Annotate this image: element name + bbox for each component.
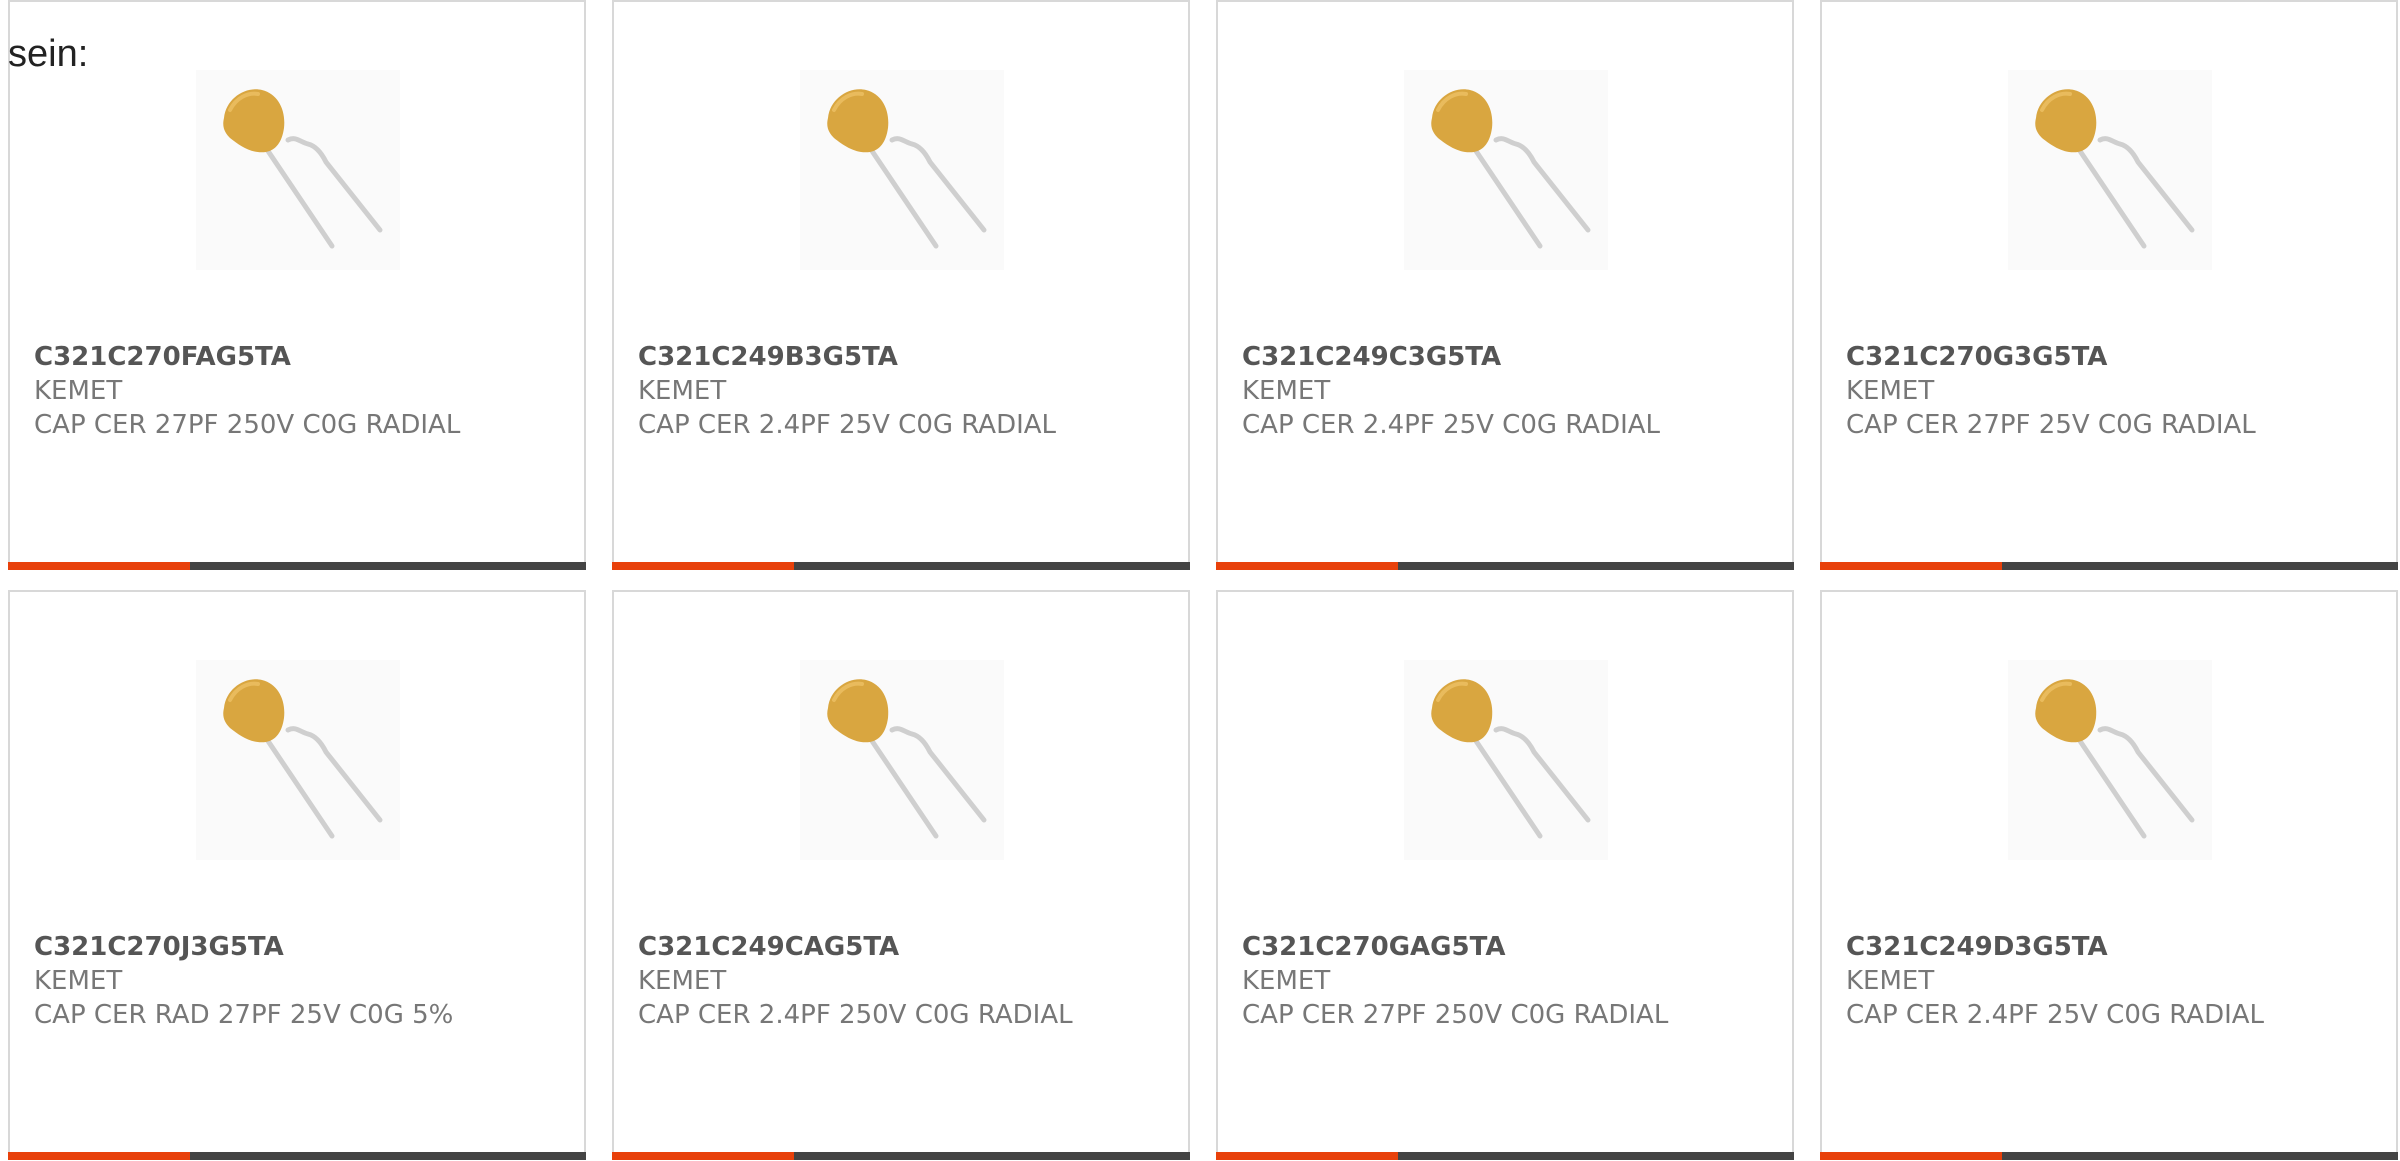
manufacturer: KEMET bbox=[1242, 376, 1331, 406]
product-image[interactable] bbox=[800, 660, 1004, 860]
card-bottom-bar bbox=[8, 1152, 586, 1160]
product-card[interactable]: C321C270G3G5TA KEMET CAP CER 27PF 25V C0… bbox=[1820, 0, 2398, 570]
intro-text: sein: bbox=[8, 33, 89, 75]
card-accent bbox=[1820, 562, 2002, 570]
product-card[interactable]: C321C249B3G5TA KEMET CAP CER 2.4PF 25V C… bbox=[612, 0, 1190, 570]
part-number[interactable]: C321C249B3G5TA bbox=[638, 342, 898, 372]
card-accent bbox=[8, 562, 190, 570]
radial-ceramic-capacitor-icon bbox=[2035, 89, 2195, 249]
product-card[interactable]: C321C270FAG5TA KEMET CAP CER 27PF 250V C… bbox=[8, 0, 586, 570]
part-number[interactable]: C321C249C3G5TA bbox=[1242, 342, 1501, 372]
card-bottom-bar bbox=[1216, 562, 1794, 570]
manufacturer: KEMET bbox=[1242, 966, 1331, 996]
part-number[interactable]: C321C270FAG5TA bbox=[34, 342, 291, 372]
radial-ceramic-capacitor-icon bbox=[223, 89, 383, 249]
description: CAP CER 27PF 250V C0G RADIAL bbox=[34, 410, 461, 440]
radial-ceramic-capacitor-icon bbox=[827, 679, 987, 839]
card-bottom-bar bbox=[612, 562, 1190, 570]
description: CAP CER 27PF 250V C0G RADIAL bbox=[1242, 1000, 1669, 1030]
product-image[interactable] bbox=[196, 660, 400, 860]
card-accent bbox=[1820, 1152, 2002, 1160]
card-bottom-bar bbox=[1820, 562, 2398, 570]
radial-ceramic-capacitor-icon bbox=[223, 679, 383, 839]
card-bottom-bar bbox=[1216, 1152, 1794, 1160]
manufacturer: KEMET bbox=[638, 376, 727, 406]
part-number[interactable]: C321C249CAG5TA bbox=[638, 932, 899, 962]
card-bottom-bar bbox=[1820, 1152, 2398, 1160]
card-accent bbox=[1216, 1152, 1398, 1160]
radial-ceramic-capacitor-icon bbox=[827, 89, 987, 249]
product-card[interactable]: C321C249CAG5TA KEMET CAP CER 2.4PF 250V … bbox=[612, 590, 1190, 1160]
card-accent bbox=[8, 1152, 190, 1160]
radial-ceramic-capacitor-icon bbox=[2035, 679, 2195, 839]
product-image[interactable] bbox=[2008, 70, 2212, 270]
part-number[interactable]: C321C249D3G5TA bbox=[1846, 932, 2108, 962]
description: CAP CER 2.4PF 250V C0G RADIAL bbox=[638, 1000, 1073, 1030]
description: CAP CER 2.4PF 25V C0G RADIAL bbox=[1846, 1000, 2265, 1030]
product-image[interactable] bbox=[1404, 660, 1608, 860]
product-image[interactable] bbox=[196, 70, 400, 270]
manufacturer: KEMET bbox=[638, 966, 727, 996]
description: CAP CER RAD 27PF 25V C0G 5% bbox=[34, 1000, 454, 1030]
product-image[interactable] bbox=[800, 70, 1004, 270]
card-accent bbox=[612, 562, 794, 570]
part-number[interactable]: C321C270J3G5TA bbox=[34, 932, 284, 962]
card-bottom-bar bbox=[612, 1152, 1190, 1160]
manufacturer: KEMET bbox=[34, 966, 123, 996]
product-card[interactable]: C321C249C3G5TA KEMET CAP CER 2.4PF 25V C… bbox=[1216, 0, 1794, 570]
radial-ceramic-capacitor-icon bbox=[1431, 679, 1591, 839]
product-card[interactable]: C321C270GAG5TA KEMET CAP CER 27PF 250V C… bbox=[1216, 590, 1794, 1160]
manufacturer: KEMET bbox=[1846, 376, 1935, 406]
description: CAP CER 2.4PF 25V C0G RADIAL bbox=[1242, 410, 1661, 440]
part-number[interactable]: C321C270G3G5TA bbox=[1846, 342, 2107, 372]
product-image[interactable] bbox=[2008, 660, 2212, 860]
product-card[interactable]: C321C270J3G5TA KEMET CAP CER RAD 27PF 25… bbox=[8, 590, 586, 1160]
description: CAP CER 2.4PF 25V C0G RADIAL bbox=[638, 410, 1057, 440]
product-card[interactable]: C321C249D3G5TA KEMET CAP CER 2.4PF 25V C… bbox=[1820, 590, 2398, 1160]
part-number[interactable]: C321C270GAG5TA bbox=[1242, 932, 1505, 962]
card-accent bbox=[1216, 562, 1398, 570]
product-image[interactable] bbox=[1404, 70, 1608, 270]
manufacturer: KEMET bbox=[34, 376, 123, 406]
manufacturer: KEMET bbox=[1846, 966, 1935, 996]
description: CAP CER 27PF 25V C0G RADIAL bbox=[1846, 410, 2256, 440]
card-bottom-bar bbox=[8, 562, 586, 570]
radial-ceramic-capacitor-icon bbox=[1431, 89, 1591, 249]
card-accent bbox=[612, 1152, 794, 1160]
